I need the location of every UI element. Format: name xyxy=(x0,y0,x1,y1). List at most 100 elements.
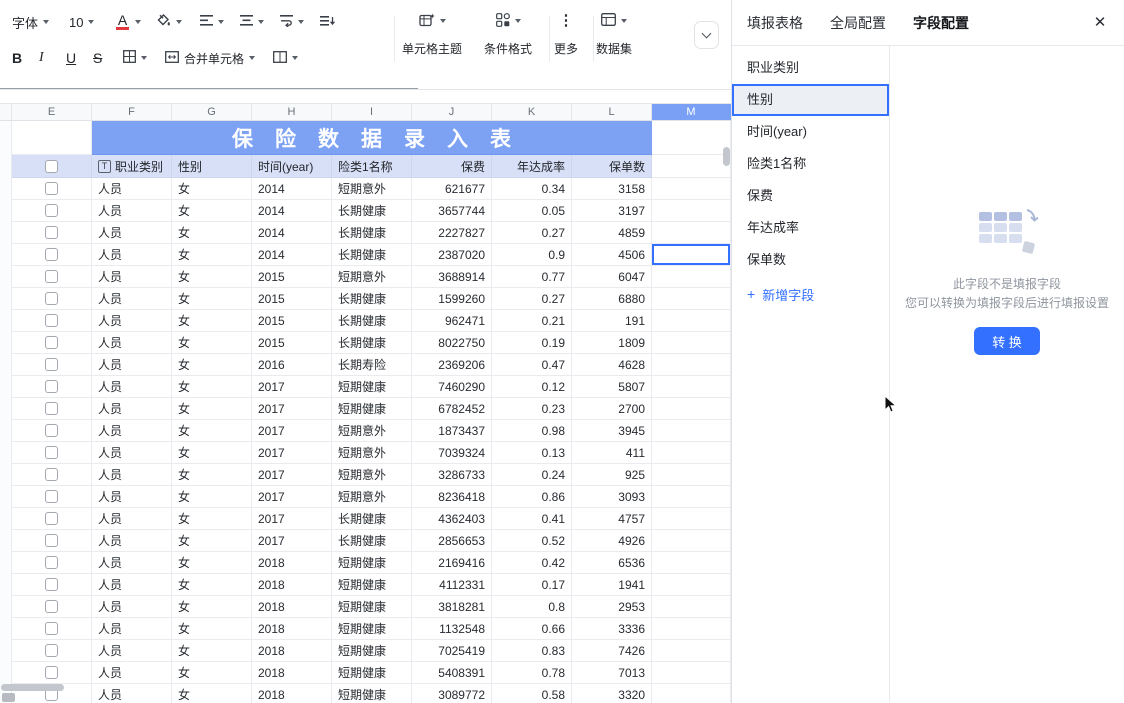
tab-field-config[interactable]: 字段配置 xyxy=(913,13,969,33)
table-cell[interactable] xyxy=(652,508,731,530)
field-item[interactable]: 险类1名称 xyxy=(732,148,889,180)
table-cell[interactable]: 4628 xyxy=(572,354,652,376)
table-cell[interactable]: 女 xyxy=(172,486,252,508)
table-cell[interactable]: 女 xyxy=(172,596,252,618)
table-cell[interactable]: 2018 xyxy=(252,662,332,684)
table-cell[interactable]: 3657744 xyxy=(412,200,492,222)
table-cell[interactable]: 女 xyxy=(172,530,252,552)
table-cell[interactable] xyxy=(652,486,731,508)
table-cell[interactable]: 3688914 xyxy=(412,266,492,288)
italic-button[interactable]: I xyxy=(39,50,55,66)
row-checkbox[interactable] xyxy=(45,226,58,239)
table-cell[interactable]: 短期意外 xyxy=(332,266,412,288)
dataset-button[interactable]: 数据集 xyxy=(596,12,632,57)
table-cell[interactable]: 长期寿险 xyxy=(332,354,412,376)
table-cell[interactable]: 人员 xyxy=(92,508,172,530)
row-checkbox[interactable] xyxy=(45,204,58,217)
table-cell[interactable]: 3286733 xyxy=(412,464,492,486)
tab-global-config[interactable]: 全局配置 xyxy=(830,13,886,33)
table-cell[interactable]: 长期健康 xyxy=(332,332,412,354)
table-cell[interactable]: 0.13 xyxy=(492,442,572,464)
row-checkbox[interactable] xyxy=(45,292,58,305)
font-color-button[interactable]: A xyxy=(114,13,142,30)
table-cell[interactable]: 2014 xyxy=(252,200,332,222)
column-header[interactable]: L xyxy=(572,104,652,120)
table-cell[interactable]: 短期健康 xyxy=(332,596,412,618)
table-cell[interactable]: 2017 xyxy=(252,508,332,530)
table-cell[interactable]: 8236418 xyxy=(412,486,492,508)
bold-button[interactable]: B xyxy=(12,50,28,66)
table-cell[interactable]: 0.17 xyxy=(492,574,572,596)
table-cell[interactable]: 2018 xyxy=(252,552,332,574)
table-cell[interactable]: 4926 xyxy=(572,530,652,552)
table-cell[interactable]: 2700 xyxy=(572,398,652,420)
table-cell[interactable]: 7039324 xyxy=(412,442,492,464)
table-cell[interactable]: 7013 xyxy=(572,662,652,684)
table-cell[interactable]: 2015 xyxy=(252,288,332,310)
table-cell[interactable]: 长期健康 xyxy=(332,200,412,222)
table-cell[interactable]: 2014 xyxy=(252,244,332,266)
table-cell[interactable]: 411 xyxy=(572,442,652,464)
column-header[interactable]: H xyxy=(252,104,332,120)
table-cell[interactable]: 4362403 xyxy=(412,508,492,530)
header-cell[interactable]: 年达成率 xyxy=(492,155,572,178)
table-cell[interactable]: 人员 xyxy=(92,552,172,574)
header-cell[interactable]: 时间(year) xyxy=(252,155,332,178)
table-cell[interactable]: 0.23 xyxy=(492,398,572,420)
merge-cells-dropdown[interactable]: 合并单元格 xyxy=(165,50,256,67)
table-cell[interactable]: 2015 xyxy=(252,332,332,354)
column-header[interactable]: J xyxy=(412,104,492,120)
column-header[interactable]: F xyxy=(92,104,172,120)
row-checkbox[interactable] xyxy=(45,314,58,327)
table-cell[interactable]: 6536 xyxy=(572,552,652,574)
table-cell[interactable]: 0.58 xyxy=(492,684,572,703)
header-cell[interactable]: 保单数 xyxy=(572,155,652,178)
tab-fill-table[interactable]: 填报表格 xyxy=(747,13,803,33)
table-cell[interactable]: 短期健康 xyxy=(332,376,412,398)
table-cell[interactable]: 1873437 xyxy=(412,420,492,442)
table-cell[interactable]: 3158 xyxy=(572,178,652,200)
table-cell[interactable]: 女 xyxy=(172,398,252,420)
table-cell[interactable]: 长期健康 xyxy=(332,530,412,552)
table-cell[interactable]: 2014 xyxy=(252,222,332,244)
table-cell[interactable]: 0.24 xyxy=(492,464,572,486)
table-cell[interactable] xyxy=(652,442,731,464)
table-cell[interactable]: 2953 xyxy=(572,596,652,618)
vertical-scrollbar-thumb[interactable] xyxy=(723,147,730,166)
table-cell[interactable]: 人员 xyxy=(92,486,172,508)
table-cell[interactable]: 女 xyxy=(172,618,252,640)
table-cell[interactable] xyxy=(652,266,731,288)
table-cell[interactable]: 女 xyxy=(172,552,252,574)
table-cell[interactable]: 2017 xyxy=(252,464,332,486)
table-cell[interactable]: 人员 xyxy=(92,464,172,486)
field-item[interactable]: 职业类别 xyxy=(732,52,889,84)
table-cell[interactable]: 人员 xyxy=(92,398,172,420)
table-cell[interactable] xyxy=(652,574,731,596)
table-cell[interactable]: 2856653 xyxy=(412,530,492,552)
table-cell[interactable]: 0.77 xyxy=(492,266,572,288)
table-cell[interactable]: 人员 xyxy=(92,332,172,354)
row-checkbox[interactable] xyxy=(45,358,58,371)
fill-color-button[interactable] xyxy=(157,14,183,30)
table-cell[interactable]: 短期健康 xyxy=(332,398,412,420)
horizontal-scrollbar-thumb[interactable] xyxy=(1,684,64,691)
table-cell[interactable]: 人员 xyxy=(92,420,172,442)
table-cell[interactable]: 人员 xyxy=(92,178,172,200)
row-checkbox[interactable] xyxy=(45,512,58,525)
table-cell[interactable]: 0.52 xyxy=(492,530,572,552)
table-cell[interactable]: 人员 xyxy=(92,640,172,662)
table-cell[interactable]: 0.78 xyxy=(492,662,572,684)
row-checkbox[interactable] xyxy=(45,182,58,195)
table-cell[interactable]: 0.66 xyxy=(492,618,572,640)
field-item[interactable]: 性别 xyxy=(732,84,889,116)
horizontal-align-dropdown[interactable] xyxy=(200,15,225,29)
table-cell[interactable]: 长期健康 xyxy=(332,508,412,530)
table-cell[interactable]: 短期健康 xyxy=(332,684,412,703)
table-cell[interactable]: 3818281 xyxy=(412,596,492,618)
table-cell[interactable]: 女 xyxy=(172,178,252,200)
strikethrough-button[interactable]: S xyxy=(93,50,109,66)
table-cell[interactable] xyxy=(652,222,731,244)
row-checkbox[interactable] xyxy=(45,446,58,459)
table-cell[interactable]: 0.05 xyxy=(492,200,572,222)
row-checkbox[interactable] xyxy=(45,270,58,283)
